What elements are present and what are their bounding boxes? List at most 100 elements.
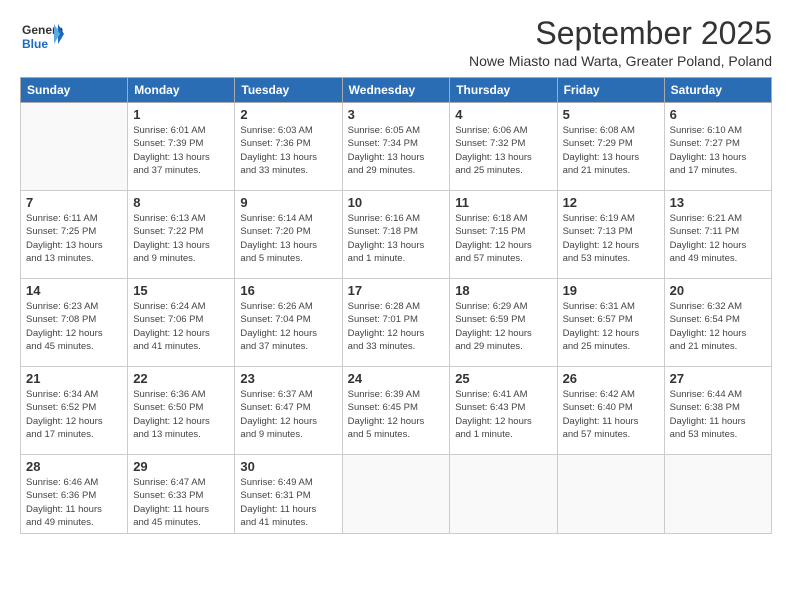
day-info: Sunrise: 6:42 AMSunset: 6:40 PMDaylight:… xyxy=(563,388,659,441)
table-row: 11 Sunrise: 6:18 AMSunset: 7:15 PMDayligh… xyxy=(450,191,557,279)
header-friday: Friday xyxy=(557,78,664,103)
header-wednesday: Wednesday xyxy=(342,78,450,103)
logo: General Blue xyxy=(20,16,64,65)
day-number: 5 xyxy=(563,107,659,122)
day-number: 11 xyxy=(455,195,551,210)
day-number: 10 xyxy=(348,195,445,210)
table-row: 30 Sunrise: 6:49 AMSunset: 6:31 PMDayligh… xyxy=(235,455,342,534)
table-row: 8 Sunrise: 6:13 AMSunset: 7:22 PMDaylight… xyxy=(128,191,235,279)
day-info: Sunrise: 6:03 AMSunset: 7:36 PMDaylight:… xyxy=(240,124,336,177)
month-title: September 2025 xyxy=(469,16,772,51)
day-number: 9 xyxy=(240,195,336,210)
day-number: 19 xyxy=(563,283,659,298)
table-row: 18 Sunrise: 6:29 AMSunset: 6:59 PMDayligh… xyxy=(450,279,557,367)
day-number: 30 xyxy=(240,459,336,474)
day-number: 21 xyxy=(26,371,122,386)
day-number: 8 xyxy=(133,195,229,210)
table-row: 26 Sunrise: 6:42 AMSunset: 6:40 PMDayligh… xyxy=(557,367,664,455)
table-row: 19Sunrise: 6:31 AMSunset: 6:57 PMDayligh… xyxy=(557,279,664,367)
table-row: 14 Sunrise: 6:23 AMSunset: 7:08 PMDayligh… xyxy=(21,279,128,367)
table-row: 3 Sunrise: 6:05 AMSunset: 7:34 PMDaylight… xyxy=(342,103,450,191)
day-number: 14 xyxy=(26,283,122,298)
day-number: 6 xyxy=(670,107,766,122)
header-tuesday: Tuesday xyxy=(235,78,342,103)
table-row: 24 Sunrise: 6:39 AMSunset: 6:45 PMDayligh… xyxy=(342,367,450,455)
table-row: 23 Sunrise: 6:37 AMSunset: 6:47 PMDayligh… xyxy=(235,367,342,455)
calendar-table: Sunday Monday Tuesday Wednesday Thursday… xyxy=(20,77,772,534)
day-number: 26 xyxy=(563,371,659,386)
day-info: Sunrise: 6:08 AMSunset: 7:29 PMDaylight:… xyxy=(563,124,659,177)
day-number: 4 xyxy=(455,107,551,122)
table-row: 21 Sunrise: 6:34 AMSunset: 6:52 PMDayligh… xyxy=(21,367,128,455)
day-number: 25 xyxy=(455,371,551,386)
day-info: Sunrise: 6:18 AMSunset: 7:15 PMDaylight:… xyxy=(455,212,551,265)
table-row: 12 Sunrise: 6:19 AMSunset: 7:13 PMDayligh… xyxy=(557,191,664,279)
day-info: Sunrise: 6:26 AMSunset: 7:04 PMDaylight:… xyxy=(240,300,336,353)
day-info: Sunrise: 6:19 AMSunset: 7:13 PMDaylight:… xyxy=(563,212,659,265)
day-info: Sunrise: 6:11 AMSunset: 7:25 PMDaylight:… xyxy=(26,212,122,265)
day-info: Sunrise: 6:21 AMSunset: 7:11 PMDaylight:… xyxy=(670,212,766,265)
table-row: 28Sunrise: 6:46 AMSunset: 6:36 PMDayligh… xyxy=(21,455,128,534)
table-row xyxy=(664,455,771,534)
day-number: 2 xyxy=(240,107,336,122)
table-row: 10 Sunrise: 6:16 AMSunset: 7:18 PMDayligh… xyxy=(342,191,450,279)
day-number: 22 xyxy=(133,371,229,386)
day-info: Sunrise: 6:05 AMSunset: 7:34 PMDaylight:… xyxy=(348,124,445,177)
logo-icon: General Blue xyxy=(20,16,64,60)
day-info: Sunrise: 6:10 AMSunset: 7:27 PMDaylight:… xyxy=(670,124,766,177)
day-number: 29 xyxy=(133,459,229,474)
day-info: Sunrise: 6:47 AMSunset: 6:33 PMDaylight:… xyxy=(133,476,229,529)
svg-text:Blue: Blue xyxy=(22,37,48,51)
day-number: 12 xyxy=(563,195,659,210)
day-info: Sunrise: 6:24 AMSunset: 7:06 PMDaylight:… xyxy=(133,300,229,353)
table-row: 27 Sunrise: 6:44 AMSunset: 6:38 PMDayligh… xyxy=(664,367,771,455)
location: Nowe Miasto nad Warta, Greater Poland, P… xyxy=(469,53,772,69)
day-info: Sunrise: 6:44 AMSunset: 6:38 PMDaylight:… xyxy=(670,388,766,441)
day-info: Sunrise: 6:13 AMSunset: 7:22 PMDaylight:… xyxy=(133,212,229,265)
table-row: 9 Sunrise: 6:14 AMSunset: 7:20 PMDaylight… xyxy=(235,191,342,279)
page: General Blue September 2025 Nowe Miasto … xyxy=(0,0,792,544)
table-row: 17 Sunrise: 6:28 AMSunset: 7:01 PMDayligh… xyxy=(342,279,450,367)
day-info: Sunrise: 6:46 AMSunset: 6:36 PMDaylight:… xyxy=(26,476,122,529)
table-row: 7 Sunrise: 6:11 AMSunset: 7:25 PMDaylight… xyxy=(21,191,128,279)
day-number: 1 xyxy=(133,107,229,122)
day-number: 27 xyxy=(670,371,766,386)
day-info: Sunrise: 6:28 AMSunset: 7:01 PMDaylight:… xyxy=(348,300,445,353)
header-sunday: Sunday xyxy=(21,78,128,103)
day-info: Sunrise: 6:14 AMSunset: 7:20 PMDaylight:… xyxy=(240,212,336,265)
day-number: 18 xyxy=(455,283,551,298)
day-number: 16 xyxy=(240,283,336,298)
day-number: 24 xyxy=(348,371,445,386)
day-number: 23 xyxy=(240,371,336,386)
day-info: Sunrise: 6:49 AMSunset: 6:31 PMDaylight:… xyxy=(240,476,336,529)
day-info: Sunrise: 6:37 AMSunset: 6:47 PMDaylight:… xyxy=(240,388,336,441)
table-row: 22 Sunrise: 6:36 AMSunset: 6:50 PMDayligh… xyxy=(128,367,235,455)
table-row: 13Sunrise: 6:21 AMSunset: 7:11 PMDayligh… xyxy=(664,191,771,279)
table-row: 5 Sunrise: 6:08 AMSunset: 7:29 PMDaylight… xyxy=(557,103,664,191)
day-info: Sunrise: 6:36 AMSunset: 6:50 PMDaylight:… xyxy=(133,388,229,441)
header: General Blue September 2025 Nowe Miasto … xyxy=(20,16,772,69)
title-block: September 2025 Nowe Miasto nad Warta, Gr… xyxy=(469,16,772,69)
day-info: Sunrise: 6:23 AMSunset: 7:08 PMDaylight:… xyxy=(26,300,122,353)
day-info: Sunrise: 6:34 AMSunset: 6:52 PMDaylight:… xyxy=(26,388,122,441)
day-number: 17 xyxy=(348,283,445,298)
table-row: 15 Sunrise: 6:24 AMSunset: 7:06 PMDayligh… xyxy=(128,279,235,367)
day-info: Sunrise: 6:39 AMSunset: 6:45 PMDaylight:… xyxy=(348,388,445,441)
day-info: Sunrise: 6:29 AMSunset: 6:59 PMDaylight:… xyxy=(455,300,551,353)
day-info: Sunrise: 6:32 AMSunset: 6:54 PMDaylight:… xyxy=(670,300,766,353)
days-header-row: Sunday Monday Tuesday Wednesday Thursday… xyxy=(21,78,772,103)
table-row: 20Sunrise: 6:32 AMSunset: 6:54 PMDayligh… xyxy=(664,279,771,367)
table-row xyxy=(557,455,664,534)
table-row: 1 Sunrise: 6:01 AMSunset: 7:39 PMDaylight… xyxy=(128,103,235,191)
day-info: Sunrise: 6:06 AMSunset: 7:32 PMDaylight:… xyxy=(455,124,551,177)
day-info: Sunrise: 6:16 AMSunset: 7:18 PMDaylight:… xyxy=(348,212,445,265)
day-number: 15 xyxy=(133,283,229,298)
table-row: 2 Sunrise: 6:03 AMSunset: 7:36 PMDaylight… xyxy=(235,103,342,191)
table-row: 29 Sunrise: 6:47 AMSunset: 6:33 PMDayligh… xyxy=(128,455,235,534)
day-number: 3 xyxy=(348,107,445,122)
table-row xyxy=(21,103,128,191)
table-row xyxy=(450,455,557,534)
table-row: 16 Sunrise: 6:26 AMSunset: 7:04 PMDayligh… xyxy=(235,279,342,367)
day-number: 7 xyxy=(26,195,122,210)
day-info: Sunrise: 6:01 AMSunset: 7:39 PMDaylight:… xyxy=(133,124,229,177)
